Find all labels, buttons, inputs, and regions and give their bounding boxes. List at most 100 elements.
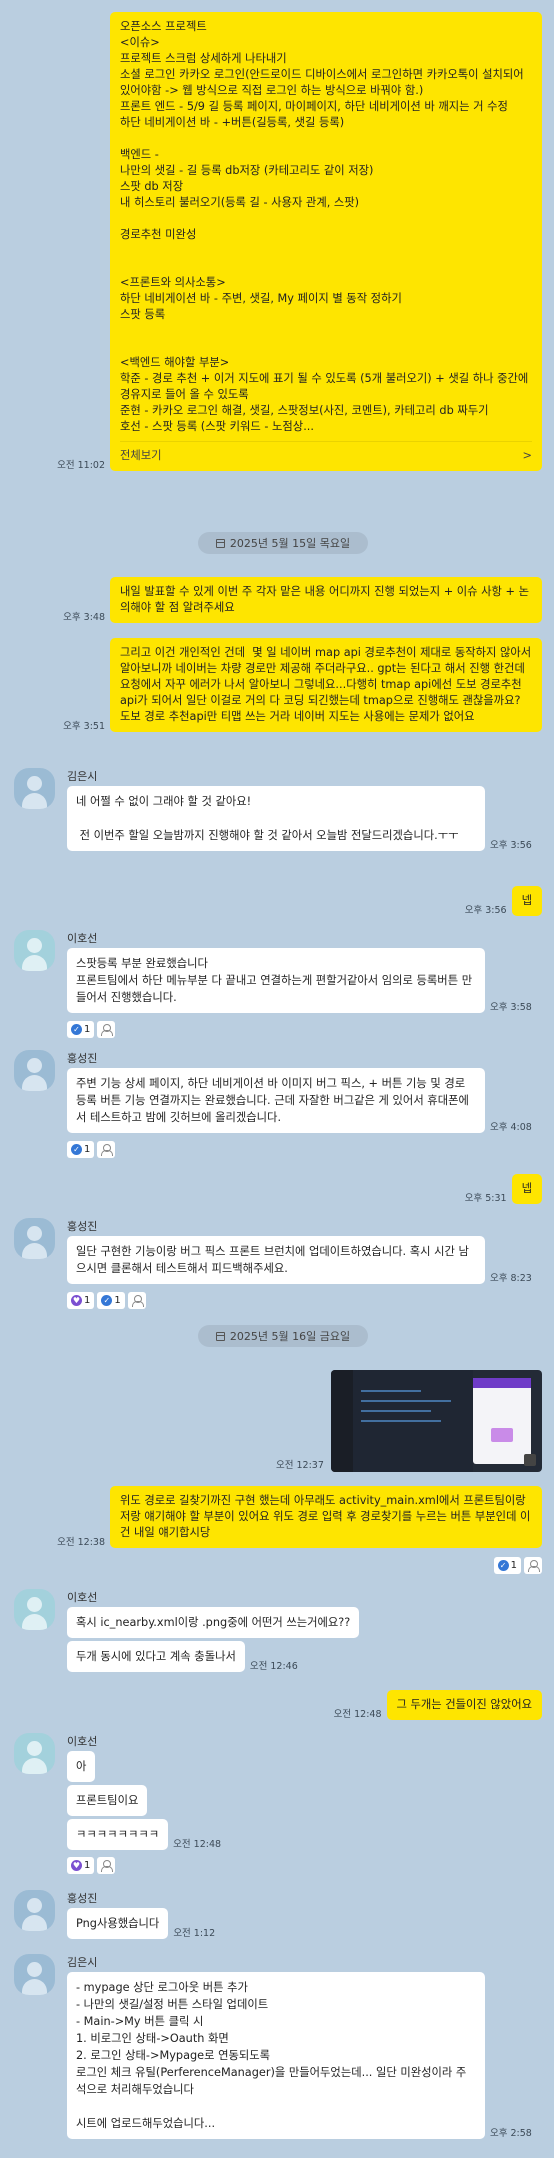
- reaction-count: 1: [114, 1295, 121, 1306]
- message-time: 오전 1:12: [173, 1928, 216, 1939]
- other-message-row: ㅋㅋㅋㅋㅋㅋㅋㅋ 오전 12:48: [67, 1819, 221, 1850]
- other-message-row: 네 어쩔 수 없이 그래야 할 것 같아요! 전 이번주 할일 오늘밤까지 진행…: [67, 786, 532, 851]
- add-reaction-button[interactable]: [97, 1021, 116, 1038]
- avatar[interactable]: [14, 1733, 55, 1774]
- sender-name: 김은시: [67, 1956, 98, 1969]
- my-message-row: 오전 12:38 위도 경로로 길찾기까진 구현 했는데 아무래도 activi…: [57, 1486, 542, 1548]
- message-text: 넵: [521, 894, 532, 907]
- message-time: 오전 12:48: [333, 1709, 382, 1720]
- message-text: 넵: [521, 1182, 532, 1195]
- message-time: 오전 12:48: [173, 1839, 222, 1850]
- other-message-row: 주변 기능 상세 페이지, 하단 네비게이션 바 이미지 버그 픽스, + 버튼…: [67, 1068, 532, 1133]
- message-text: 스팟등록 부분 완료했습니다 프론트팀에서 하단 메뉴부분 다 끝내고 연결하는…: [76, 957, 473, 1004]
- other-message-bubble[interactable]: 아: [67, 1751, 96, 1782]
- other-message-bubble[interactable]: 일단 구현한 기능이랑 버그 픽스 프론트 브런치에 업데이트하였습니다. 혹시…: [67, 1236, 485, 1284]
- my-message-bubble[interactable]: 그리고 이건 개인적인 건데 몇 일 네이버 map api 경로추천이 제대로…: [110, 638, 542, 732]
- other-message-row: - mypage 상단 로그아웃 버튼 추가 - 나만의 샛길/설정 버튼 스타…: [67, 1972, 532, 2139]
- avatar[interactable]: [14, 1890, 55, 1931]
- check-reaction[interactable]: ✓ 1: [97, 1292, 125, 1309]
- date-label: 2025년 5월 15일 목요일: [229, 537, 351, 550]
- message-time: 오전 12:46: [249, 1661, 298, 1672]
- check-icon: ✓: [71, 1024, 82, 1035]
- my-message-row: 오후 3:56 넵: [465, 886, 542, 916]
- reaction-count: 1: [510, 1560, 517, 1571]
- my-message-bubble[interactable]: 내일 발표할 수 있게 이번 주 각자 맡은 내용 어디까지 진행 되었는지 +…: [110, 577, 542, 623]
- reactions: ♥ 1 ✓ 1: [67, 1292, 146, 1309]
- heart-reaction[interactable]: ♥ 1: [67, 1857, 95, 1874]
- person-icon: [528, 1560, 540, 1572]
- add-reaction-button[interactable]: [97, 1857, 116, 1874]
- add-reaction-button[interactable]: [97, 1141, 116, 1158]
- calendar-icon: [215, 538, 225, 548]
- heart-reaction[interactable]: ♥ 1: [67, 1292, 95, 1309]
- other-message-bubble[interactable]: 주변 기능 상세 페이지, 하단 네비게이션 바 이미지 버그 픽스, + 버튼…: [67, 1068, 485, 1133]
- avatar[interactable]: [14, 1954, 55, 1995]
- person-icon: [131, 1295, 144, 1307]
- check-icon: ✓: [101, 1295, 113, 1306]
- avatar[interactable]: [14, 930, 55, 971]
- message-time: 오전 11:02: [57, 460, 105, 471]
- message-text: ㅋㅋㅋㅋㅋㅋㅋㅋ: [76, 1828, 160, 1841]
- message-time: 오후 5:31: [464, 1193, 507, 1204]
- add-reaction-button[interactable]: [524, 1557, 542, 1574]
- heart-icon: ♥: [71, 1295, 82, 1306]
- my-message-bubble[interactable]: 넵: [511, 886, 542, 916]
- heart-icon: ♥: [71, 1860, 82, 1871]
- avatar[interactable]: [14, 1218, 55, 1259]
- add-reaction-button[interactable]: [127, 1292, 146, 1309]
- calendar-icon: [215, 1331, 225, 1341]
- message-time: 오후 3:51: [63, 721, 105, 732]
- see-all-button[interactable]: 전체보기 >: [120, 441, 532, 464]
- other-message-row: 아: [67, 1751, 96, 1782]
- other-message-bubble[interactable]: 프론트팀이요: [67, 1785, 148, 1816]
- message-time: 오후 3:58: [490, 1002, 532, 1013]
- reaction-count: 1: [84, 1024, 91, 1035]
- sender-name: 이호선: [67, 1591, 98, 1604]
- sender-name: 홍성진: [67, 1892, 98, 1905]
- avatar[interactable]: [14, 1589, 55, 1630]
- my-message-bubble[interactable]: 넵: [511, 1174, 542, 1204]
- my-message-bubble[interactable]: 그 두개는 건들이진 않았어요: [386, 1690, 542, 1720]
- other-message-row: 프론트팀이요: [67, 1785, 148, 1816]
- message-text: 그리고 이건 개인적인 건데 몇 일 네이버 map api 경로추천이 제대로…: [120, 646, 535, 723]
- reaction-count: 1: [84, 1144, 91, 1155]
- person-icon: [101, 1024, 114, 1036]
- date-label: 2025년 5월 16일 금요일: [229, 1330, 351, 1343]
- my-message-bubble[interactable]: 오픈소스 프로젝트 <이슈> 프로젝트 스크럼 상세하게 나타내기 소셜 로그인…: [110, 12, 542, 471]
- person-icon: [101, 1860, 114, 1872]
- expand-icon[interactable]: [524, 1454, 536, 1466]
- other-message-bubble[interactable]: 스팟등록 부분 완료했습니다 프론트팀에서 하단 메뉴부분 다 끝내고 연결하는…: [67, 948, 485, 1013]
- my-message-bubble[interactable]: 위도 경로로 길찾기까진 구현 했는데 아무래도 activity_main.x…: [110, 1486, 542, 1548]
- reactions: ✓ 1: [67, 1141, 116, 1158]
- message-text: 아: [76, 1760, 87, 1773]
- message-text: Png사용했습니다: [76, 1917, 160, 1930]
- other-message-bubble[interactable]: 혹시 ic_nearby.xml이랑 .png중에 어떤거 쓰는거에요??: [67, 1607, 360, 1638]
- see-all-label: 전체보기: [120, 449, 162, 462]
- other-message-bubble[interactable]: - mypage 상단 로그아웃 버튼 추가 - 나만의 샛길/설정 버튼 스타…: [67, 1972, 485, 2139]
- my-message-row: 오전 12:48 그 두개는 건들이진 않았어요: [334, 1690, 542, 1720]
- avatar[interactable]: [14, 1050, 55, 1091]
- check-reaction[interactable]: ✓ 1: [67, 1021, 95, 1038]
- other-message-bubble[interactable]: 두개 동시에 있다고 계속 충돌나서: [67, 1641, 245, 1672]
- message-time: 오후 4:08: [490, 1122, 532, 1133]
- other-message-bubble[interactable]: 네 어쩔 수 없이 그래야 할 것 같아요! 전 이번주 할일 오늘밤까지 진행…: [67, 786, 485, 851]
- check-reaction[interactable]: ✓ 1: [493, 1557, 521, 1574]
- avatar[interactable]: [14, 768, 55, 809]
- message-time: 오후 2:58: [490, 2128, 532, 2139]
- my-message-row: 오후 3:48 내일 발표할 수 있게 이번 주 각자 맡은 내용 어디까지 진…: [63, 577, 542, 623]
- check-icon: ✓: [71, 1144, 82, 1155]
- sender-name: 김은시: [67, 770, 98, 783]
- other-message-bubble[interactable]: Png사용했습니다: [67, 1908, 169, 1939]
- check-icon: ✓: [497, 1560, 509, 1571]
- message-text: 두개 동시에 있다고 계속 충돌나서: [76, 1650, 236, 1663]
- my-message-row: 오후 3:51 그리고 이건 개인적인 건데 몇 일 네이버 map api 경…: [63, 638, 542, 732]
- check-reaction[interactable]: ✓ 1: [67, 1141, 95, 1158]
- reactions: ✓ 1: [67, 1021, 116, 1038]
- shared-screenshot-image[interactable]: [331, 1370, 542, 1472]
- other-message-row: 일단 구현한 기능이랑 버그 픽스 프론트 브런치에 업데이트하였습니다. 혹시…: [67, 1236, 532, 1284]
- reactions: ♥ 1: [67, 1857, 116, 1874]
- other-message-bubble[interactable]: ㅋㅋㅋㅋㅋㅋㅋㅋ: [67, 1819, 169, 1850]
- message-text: 혹시 ic_nearby.xml이랑 .png중에 어떤거 쓰는거에요??: [76, 1616, 351, 1629]
- message-text: 위도 경로로 길찾기까진 구현 했는데 아무래도 activity_main.x…: [120, 1494, 531, 1539]
- date-separator: 2025년 5월 16일 금요일: [198, 1325, 368, 1347]
